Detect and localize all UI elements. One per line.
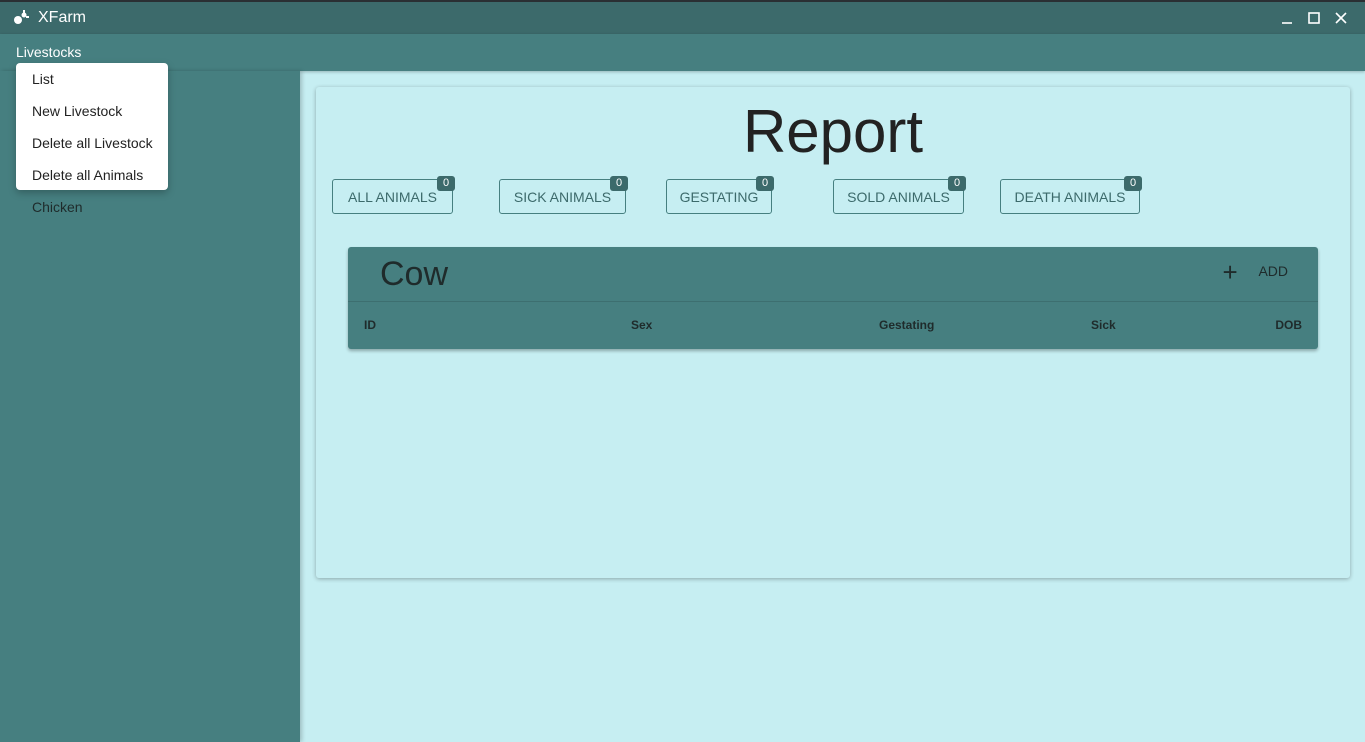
maximize-icon[interactable] [1306, 10, 1322, 26]
column-header-gestating[interactable]: Gestating [879, 318, 934, 332]
plus-icon: + [1222, 257, 1238, 287]
report-card: Report ALL ANIMALS 0 SICK ANIMALS 0 GEST… [316, 87, 1350, 578]
close-icon[interactable] [1333, 10, 1349, 26]
death-animals-count-badge: 0 [1124, 176, 1142, 191]
sold-animals-count-badge: 0 [948, 176, 966, 191]
window-title: XFarm [38, 9, 86, 26]
menu-item-list[interactable]: List [32, 71, 54, 87]
death-animals-label: DEATH ANIMALS [1014, 189, 1126, 205]
gestating-button[interactable]: GESTATING 0 [666, 176, 774, 214]
gestating-count-badge: 0 [756, 176, 774, 191]
gestating-label: GESTATING [679, 189, 759, 205]
column-header-sick[interactable]: Sick [1091, 318, 1116, 332]
minimize-icon[interactable] [1279, 10, 1295, 26]
sick-animals-label: SICK ANIMALS [513, 189, 612, 205]
column-header-id[interactable]: ID [364, 318, 376, 332]
column-header-sex[interactable]: Sex [631, 318, 652, 332]
livestocks-menu[interactable]: Livestocks [16, 44, 81, 60]
menu-item-delete-all-livestock[interactable]: Delete all Livestock [32, 135, 153, 151]
title-bar: XFarm [0, 0, 1365, 34]
all-animals-count-badge: 0 [437, 176, 455, 191]
livestocks-dropdown-menu: List New Livestock Delete all Livestock … [16, 63, 168, 190]
sold-animals-button[interactable]: SOLD ANIMALS 0 [833, 176, 966, 214]
sidebar-item-chicken[interactable]: Chicken [32, 199, 83, 215]
all-animals-button[interactable]: ALL ANIMALS 0 [332, 176, 455, 214]
add-label: ADD [1258, 263, 1288, 279]
add-button[interactable]: + ADD [1222, 259, 1288, 285]
menu-item-new-livestock[interactable]: New Livestock [32, 103, 122, 119]
menu-item-delete-all-animals[interactable]: Delete all Animals [32, 167, 143, 183]
sick-animals-button[interactable]: SICK ANIMALS 0 [499, 176, 628, 214]
all-animals-label: ALL ANIMALS [348, 189, 437, 205]
table-title: Cow [380, 255, 449, 293]
death-animals-button[interactable]: DEATH ANIMALS 0 [1000, 176, 1142, 214]
table-divider [348, 301, 1318, 302]
sick-animals-count-badge: 0 [610, 176, 628, 191]
menu-bar: Livestocks [0, 34, 1365, 71]
column-header-dob[interactable]: DOB [1275, 318, 1302, 332]
cow-table: Cow + ADD ID Sex Gestating Sick DOB [348, 247, 1318, 349]
sold-animals-label: SOLD ANIMALS [847, 189, 950, 205]
farm-app-icon [14, 10, 29, 24]
report-title: Report [742, 98, 924, 165]
